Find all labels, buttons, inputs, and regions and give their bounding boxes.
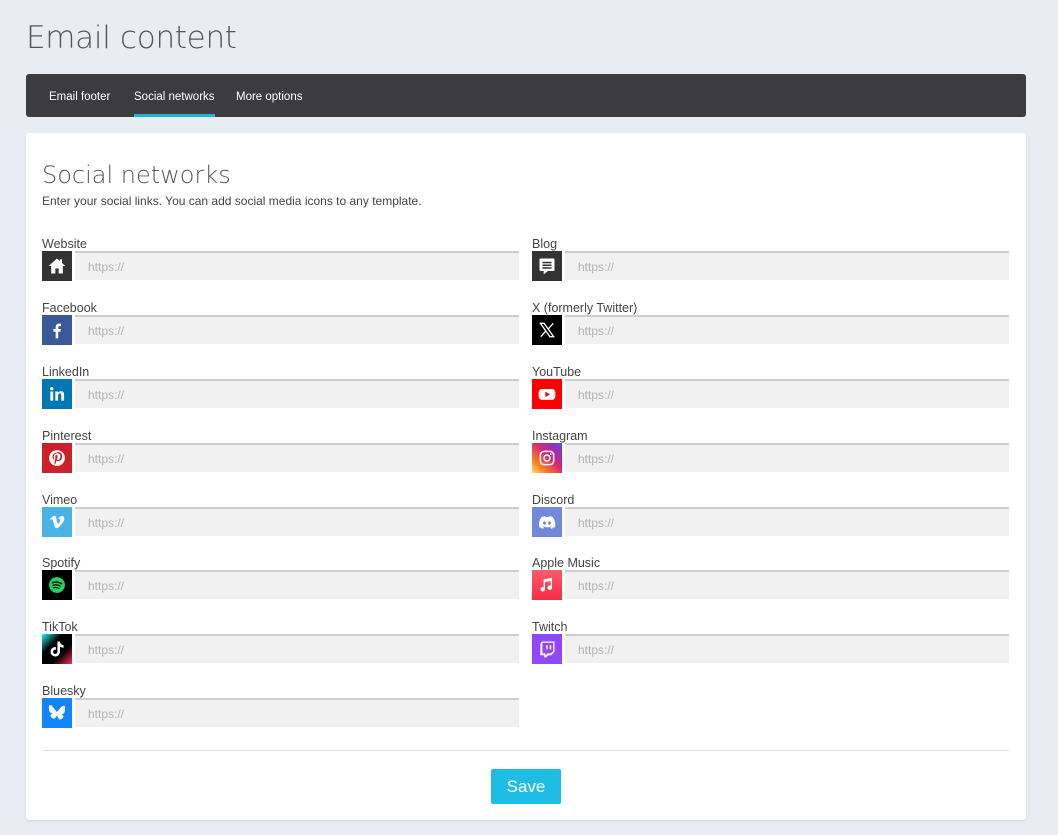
tiktok-label: TikTok [42, 620, 78, 634]
discord-field: Discord [532, 493, 1009, 549]
vimeo-field: Vimeo [42, 493, 519, 549]
save-button[interactable]: Save [491, 769, 561, 804]
twitch-field: Twitch [532, 620, 1009, 676]
discord-input[interactable] [565, 507, 1009, 536]
instagram-field: Instagram [532, 429, 1009, 485]
vimeo-icon [42, 507, 72, 537]
blog-label: Blog [532, 237, 558, 251]
website-field: Website [42, 237, 519, 293]
spotify-input[interactable] [75, 570, 519, 599]
bluesky-input[interactable] [75, 698, 519, 727]
apple-music-label: Apple Music [532, 556, 601, 570]
apple-music-field: Apple Music [532, 556, 1009, 612]
footer-divider [42, 750, 1009, 751]
x-icon [532, 315, 562, 345]
tiktok-field: TikTok [42, 620, 519, 676]
youtube-icon [532, 379, 562, 409]
twitch-input[interactable] [565, 634, 1009, 663]
apple-music-input[interactable] [565, 570, 1009, 599]
tiktok-input[interactable] [75, 634, 519, 663]
instagram-input[interactable] [565, 443, 1009, 472]
tab-email-footer[interactable]: Email footer [49, 74, 110, 117]
vimeo-input[interactable] [75, 507, 519, 536]
facebook-label: Facebook [42, 301, 97, 315]
instagram-icon [532, 443, 562, 473]
section-subtitle: Enter your social links. You can add soc… [42, 194, 422, 208]
youtube-field: YouTube [532, 365, 1009, 421]
blog-field: Blog [532, 237, 1009, 293]
linkedin-label: LinkedIn [42, 365, 90, 379]
instagram-label: Instagram [532, 429, 588, 443]
bluesky-icon [42, 698, 72, 728]
tiktok-icon [42, 634, 72, 664]
bluesky-label: Bluesky [42, 684, 86, 698]
social-networks-card: Social networks Enter your social links.… [26, 133, 1026, 820]
pinterest-icon [42, 443, 72, 473]
page-title: Email content [26, 20, 237, 56]
blog-input[interactable] [565, 251, 1009, 280]
vimeo-label: Vimeo [42, 493, 78, 507]
section-title: Social networks [42, 161, 231, 189]
tab-social-networks[interactable]: Social networks [134, 74, 215, 117]
linkedin-field: LinkedIn [42, 365, 519, 421]
pinterest-field: Pinterest [42, 429, 519, 485]
twitch-label: Twitch [532, 620, 568, 634]
linkedin-input[interactable] [75, 379, 519, 408]
discord-icon [532, 507, 562, 537]
website-input[interactable] [75, 251, 519, 280]
x-label: X (formerly Twitter) [532, 301, 638, 315]
website-label: Website [42, 237, 87, 251]
x-input[interactable] [565, 315, 1009, 344]
youtube-label: YouTube [532, 365, 582, 379]
youtube-input[interactable] [565, 379, 1009, 408]
tab-more-options[interactable]: More options [236, 74, 302, 117]
facebook-icon [42, 315, 72, 345]
apple-music-icon [532, 570, 562, 600]
pinterest-label: Pinterest [42, 429, 92, 443]
facebook-input[interactable] [75, 315, 519, 344]
bluesky-field: Bluesky [42, 684, 519, 740]
spotify-label: Spotify [42, 556, 81, 570]
spotify-icon [42, 570, 72, 600]
pinterest-input[interactable] [75, 443, 519, 472]
tab-bar: Email footer Social networks More option… [26, 74, 1026, 117]
x-field: X (formerly Twitter) [532, 301, 1009, 357]
linkedin-icon [42, 379, 72, 409]
spotify-field: Spotify [42, 556, 519, 612]
twitch-icon [532, 634, 562, 664]
home-icon [42, 251, 72, 281]
blog-icon [532, 251, 562, 281]
discord-label: Discord [532, 493, 575, 507]
facebook-field: Facebook [42, 301, 519, 357]
